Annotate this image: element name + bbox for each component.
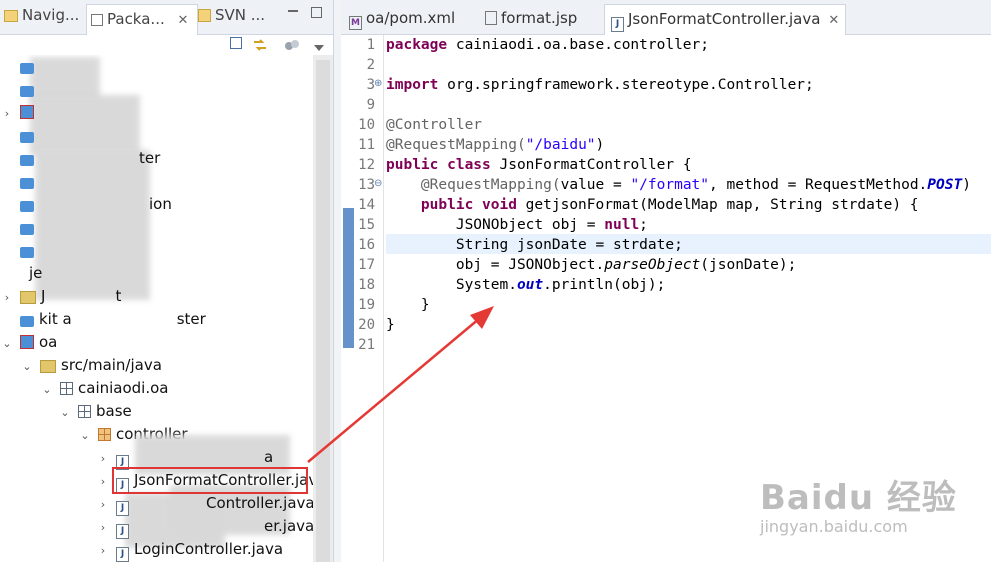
annotation-arrow: [307, 306, 494, 463]
arrow-head: [470, 306, 494, 329]
arrow-line: [307, 317, 481, 463]
